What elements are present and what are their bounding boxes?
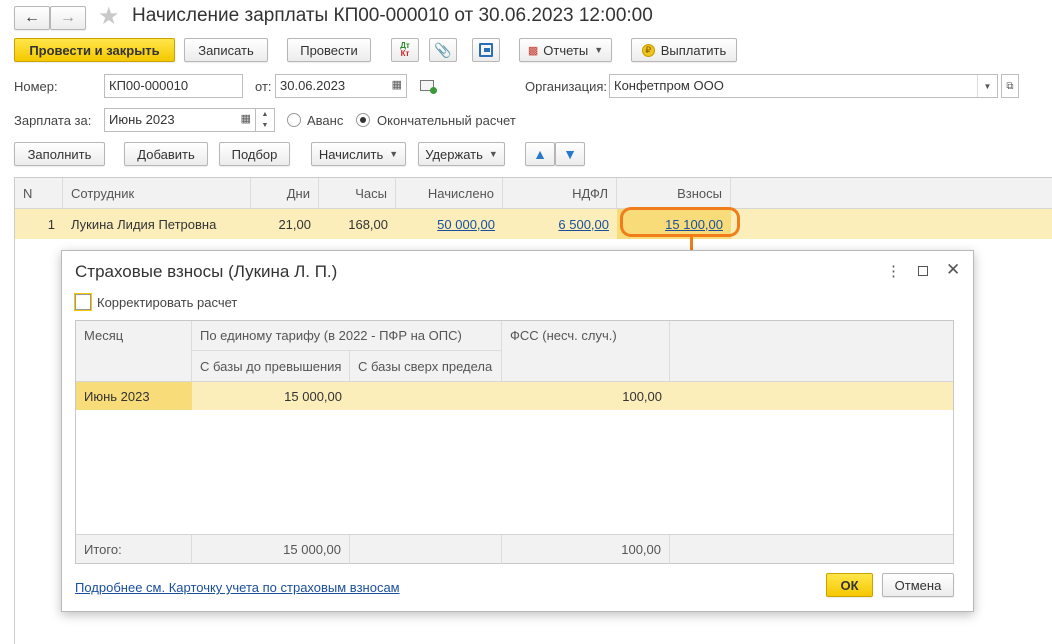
col-base-above[interactable]: С базы сверх предела [350, 351, 502, 382]
arrow-right-icon: → [60, 9, 76, 26]
dt-kt-icon: Дт Кт [400, 41, 410, 58]
bottom-left-edge [14, 238, 15, 644]
reports-dropdown[interactable]: ▩ Отчеты ▼ [519, 38, 612, 62]
contributions-card-link[interactable]: Подробнее см. Карточку учета по страховы… [75, 580, 400, 595]
stepper-up-icon[interactable]: ▲ [256, 109, 274, 120]
insurance-contributions-dialog: Страховые взносы (Лукина Л. П.) ⋮ ✕ Корр… [61, 250, 974, 612]
col-fss[interactable]: ФСС (несч. случ.) [502, 321, 670, 382]
post-button[interactable]: Провести [287, 38, 371, 62]
table-row[interactable]: Июнь 2023 15 000,00 100,00 [76, 382, 953, 410]
forward-button[interactable]: → [50, 6, 86, 30]
col-single-tariff[interactable]: По единому тарифу (в 2022 - ПФР на ОПС) [192, 321, 502, 351]
salary-period-field[interactable]: Июнь 2023 ▦ [104, 108, 256, 132]
col-contrib[interactable]: Взносы [617, 178, 731, 208]
row-employee: Лукина Лидия Петровна [71, 216, 217, 232]
row-ndfl[interactable]: 6 500,00 [503, 209, 617, 239]
col-hours[interactable]: Часы [319, 178, 396, 208]
dt-kt-button[interactable]: Дт Кт [391, 38, 419, 62]
accruals-table: N Сотрудник Дни Часы Начислено НДФЛ Взно… [14, 177, 1052, 239]
move-up-button[interactable]: ▲ [525, 142, 555, 166]
chart-icon: ▩ [527, 44, 539, 57]
calendar-icon[interactable]: ▦ [392, 78, 402, 91]
number-field[interactable]: КП00-000010 [104, 74, 243, 98]
row-days: 21,00 [278, 216, 311, 232]
cancel-button[interactable]: Отмена [882, 573, 954, 597]
table-row[interactable]: 1 Лукина Лидия Петровна 21,00 168,00 50 … [15, 209, 1052, 239]
hierarchy-icon [479, 43, 493, 57]
stepper-down-icon[interactable]: ▼ [256, 120, 274, 131]
adjust-label: Корректировать расчет [97, 295, 238, 310]
arrow-up-icon: ▲ [533, 146, 547, 162]
paperclip-icon: 📎 [434, 41, 452, 58]
col-ndfl[interactable]: НДФЛ [503, 178, 617, 208]
col-month[interactable]: Месяц [76, 321, 192, 382]
callout-highlight [620, 207, 740, 237]
chevron-down-icon: ▼ [389, 149, 399, 159]
withhold-dropdown[interactable]: Удержать ▼ [418, 142, 505, 166]
chevron-down-icon: ▼ [594, 45, 604, 55]
close-icon[interactable]: ✕ [946, 260, 960, 280]
coin-icon: ₽ [641, 43, 655, 57]
col-n[interactable]: N [15, 178, 63, 208]
chevron-down-icon[interactable]: ▼ [977, 75, 997, 97]
number-label: Номер: [14, 79, 58, 94]
pay-button[interactable]: ₽ Выплатить [631, 38, 737, 62]
chevron-down-icon: ▼ [488, 149, 498, 159]
row-accrued[interactable]: 50 000,00 [396, 209, 503, 239]
move-down-button[interactable]: ▼ [555, 142, 585, 166]
total-fss: 100,00 [502, 535, 670, 564]
period-stepper[interactable]: ▲ ▼ [256, 108, 275, 132]
window-title: Начисление зарплаты КП00-000010 от 30.06… [132, 5, 653, 26]
total-base-above [350, 535, 502, 564]
advance-label: Аванс [307, 113, 344, 128]
post-and-close-button[interactable]: Провести и закрыть [14, 38, 175, 62]
adjust-checkbox[interactable] [74, 293, 92, 311]
attach-button[interactable]: 📎 [429, 38, 457, 62]
dialog-table-header: Месяц По единому тарифу (в 2022 - ПФР на… [76, 321, 953, 382]
arrow-left-icon: ← [24, 9, 40, 26]
favorite-star-icon[interactable]: ★ [98, 2, 120, 31]
dialog-table-footer: Итого: 15 000,00 100,00 [76, 534, 953, 564]
date-label: от: [255, 79, 272, 94]
organization-field[interactable]: Конфетпром ООО ▼ [609, 74, 998, 98]
save-button[interactable]: Записать [184, 38, 268, 62]
row-base-above [350, 382, 502, 410]
row-hours: 168,00 [348, 216, 388, 232]
total-base-below: 15 000,00 [192, 535, 350, 564]
row-number: 1 [47, 216, 55, 232]
arrow-down-icon: ▼ [563, 146, 577, 162]
advance-radio[interactable] [287, 113, 301, 127]
maximize-icon[interactable] [918, 266, 928, 276]
accrue-dropdown[interactable]: Начислить ▼ [311, 142, 406, 166]
col-base-below[interactable]: С базы до превышения [192, 351, 350, 382]
col-days[interactable]: Дни [251, 178, 319, 208]
fill-button[interactable]: Заполнить [14, 142, 105, 166]
final-calc-label: Окончательный расчет [377, 113, 516, 128]
col-accrued[interactable]: Начислено [396, 178, 503, 208]
contributions-table: Месяц По единому тарифу (в 2022 - ПФР на… [75, 320, 954, 564]
open-organization-icon[interactable]: ⧉ [1001, 74, 1019, 98]
total-label: Итого: [76, 535, 192, 564]
add-button[interactable]: Добавить [124, 142, 208, 166]
row-month: Июнь 2023 [76, 382, 192, 410]
row-base-below: 15 000,00 [284, 388, 342, 404]
select-button[interactable]: Подбор [219, 142, 290, 166]
organization-label: Организация: [525, 79, 608, 94]
salary-for-label: Зарплата за: [14, 113, 92, 128]
back-button[interactable]: ← [14, 6, 50, 30]
history-icon[interactable] [420, 80, 437, 94]
ok-button[interactable]: ОК [826, 573, 873, 597]
date-field[interactable]: 30.06.2023 ▦ [275, 74, 407, 98]
col-employee[interactable]: Сотрудник [63, 178, 251, 208]
final-calc-radio[interactable] [356, 113, 370, 127]
structure-button[interactable] [472, 38, 500, 62]
more-menu-icon[interactable]: ⋮ [886, 262, 901, 280]
calendar-icon[interactable]: ▦ [241, 112, 251, 125]
table-header: N Сотрудник Дни Часы Начислено НДФЛ Взно… [15, 178, 1052, 209]
dialog-title: Страховые взносы (Лукина Л. П.) [75, 262, 338, 281]
row-fss: 100,00 [622, 388, 662, 404]
